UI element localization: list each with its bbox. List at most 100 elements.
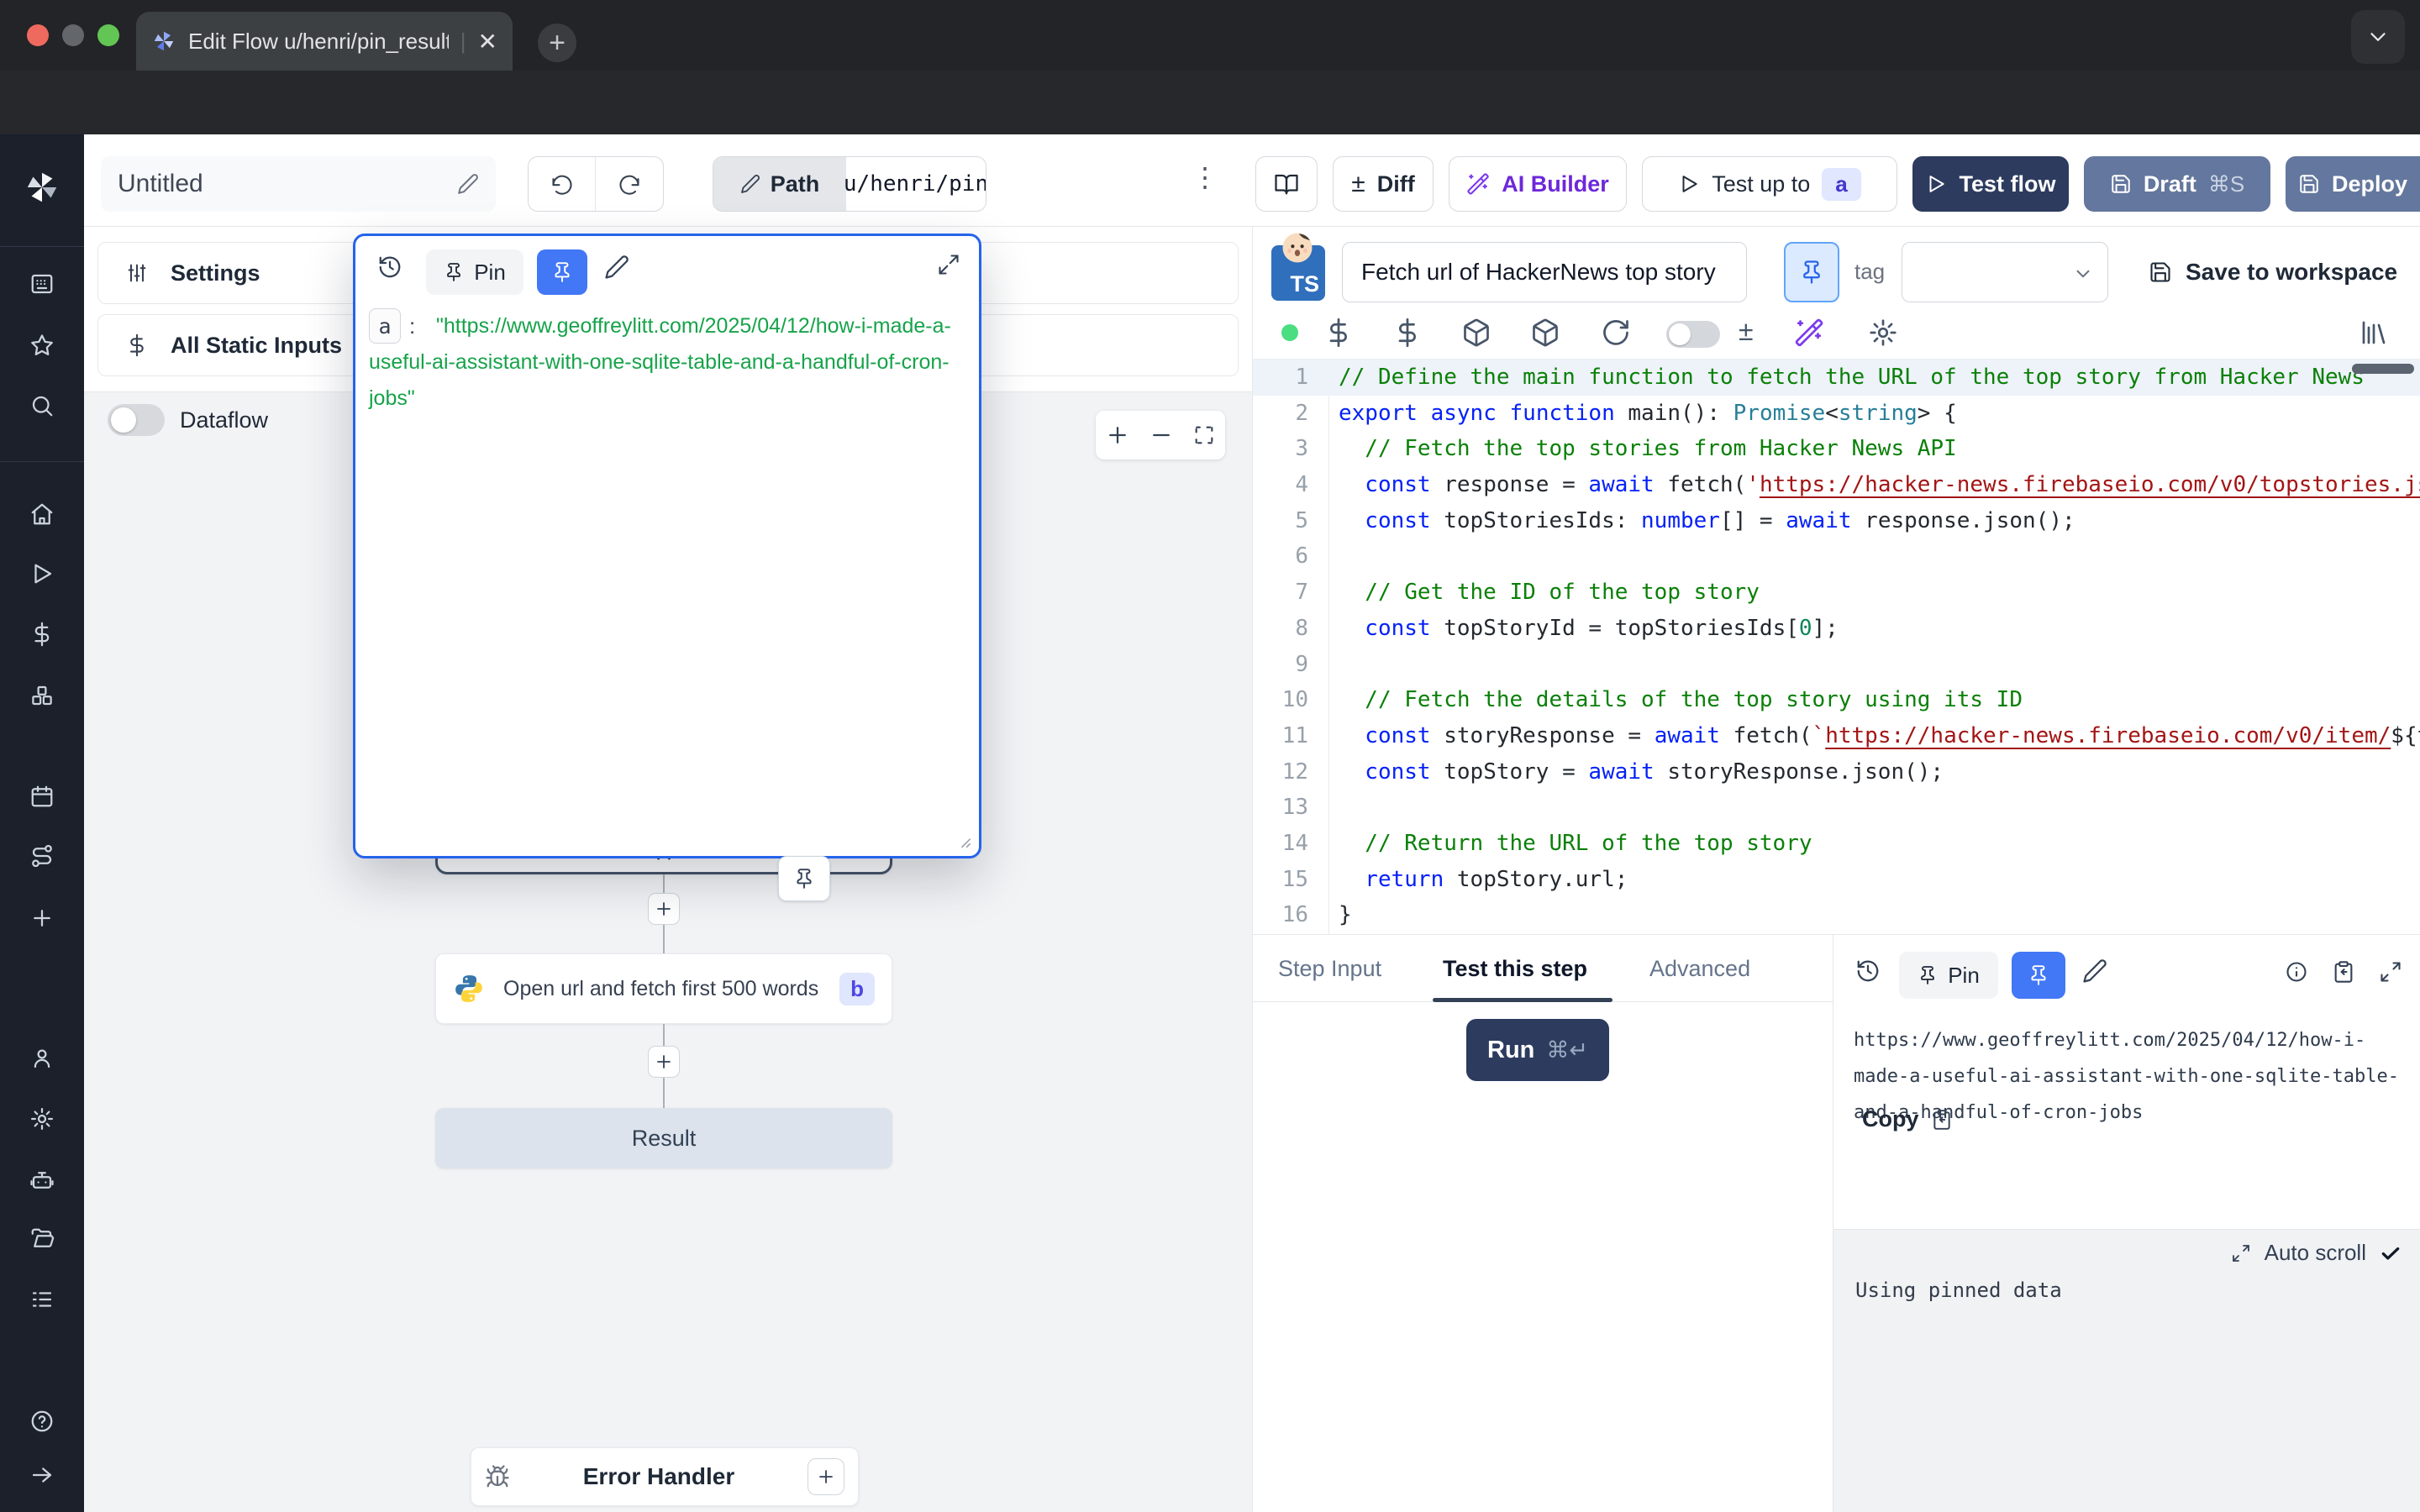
redo-button[interactable] <box>596 157 663 211</box>
code-line[interactable]: 5 const topStoriesIds: number[] = await … <box>1253 503 2420 539</box>
library-icon[interactable] <box>2359 318 2389 348</box>
code-line[interactable]: 15 return topStory.url; <box>1253 862 2420 898</box>
zoom-in-icon[interactable] <box>1105 423 1130 448</box>
resources-icon[interactable] <box>29 683 55 708</box>
ai-agents-robot-icon[interactable] <box>29 1168 55 1193</box>
diff-plusminus-icon[interactable]: ± <box>1739 316 1754 347</box>
docs-button[interactable] <box>1255 156 1318 212</box>
new-tab-button[interactable]: + <box>538 24 576 62</box>
window-minimize-button[interactable] <box>62 24 84 46</box>
expand-logs-icon[interactable] <box>2231 1243 2251 1263</box>
diff-button[interactable]: ± Diff <box>1333 156 1434 212</box>
ai-wand-icon[interactable] <box>1794 318 1824 348</box>
routes-icon[interactable] <box>29 843 55 869</box>
tab-close-icon[interactable]: ✕ <box>478 28 497 55</box>
result-node[interactable]: Result <box>435 1108 892 1168</box>
node-a-pin-badge[interactable] <box>778 856 830 901</box>
tab-step-input[interactable]: Step Input <box>1278 935 1381 1002</box>
code-line[interactable]: 6 <box>1253 538 2420 575</box>
edit-pinned-pencil-icon[interactable] <box>2082 958 2107 984</box>
runs-icon[interactable] <box>29 561 55 586</box>
step-summary-input[interactable]: Fetch url of HackerNews top story <box>1342 242 1747 302</box>
result-pin-active-button[interactable] <box>2012 952 2065 999</box>
step-pin-button[interactable] <box>1784 242 1839 302</box>
edit-name-pencil-icon[interactable] <box>457 173 479 195</box>
pin-toggle-button[interactable]: Pin <box>426 249 523 295</box>
package-icon[interactable] <box>1461 318 1491 348</box>
folders-icon[interactable] <box>29 1226 55 1252</box>
code-line[interactable]: 14 // Return the URL of the top story <box>1253 826 2420 862</box>
code-line[interactable]: 10 // Fetch the details of the top story… <box>1253 682 2420 718</box>
tag-select[interactable] <box>1902 242 2108 302</box>
insert-step-button[interactable] <box>648 893 680 925</box>
copy-button[interactable]: Copy <box>1862 1106 1953 1132</box>
add-icon[interactable] <box>29 906 55 931</box>
home-icon[interactable] <box>29 501 55 527</box>
node-b[interactable]: Open url and fetch first 500 words of ..… <box>435 953 892 1024</box>
clipboard-icon[interactable] <box>2332 960 2355 984</box>
history-icon[interactable] <box>377 255 402 280</box>
add-error-handler-button[interactable] <box>808 1458 844 1495</box>
code-line[interactable]: 11 const storyResponse = await fetch(`ht… <box>1253 718 2420 754</box>
code-line[interactable]: 7 // Get the ID of the top story <box>1253 575 2420 611</box>
code-line[interactable]: 1// Define the main function to fetch th… <box>1253 360 2420 396</box>
users-icon[interactable] <box>29 1046 55 1071</box>
more-options-kebab-icon[interactable]: ⋮ <box>1192 161 1218 193</box>
undo-button[interactable] <box>529 157 596 211</box>
tab-test-this-step[interactable]: Test this step <box>1443 935 1587 1002</box>
refresh-icon[interactable] <box>1601 318 1631 348</box>
window-zoom-button[interactable] <box>97 24 119 46</box>
resources-dollar-icon[interactable] <box>1392 318 1423 348</box>
fullscreen-expand-icon[interactable] <box>2379 960 2402 984</box>
code-editor[interactable]: 1// Define the main function to fetch th… <box>1253 360 2420 934</box>
tab-advanced[interactable]: Advanced <box>1649 935 1750 1002</box>
settings-gear-icon[interactable] <box>29 1106 55 1131</box>
flow-name-field[interactable]: Untitled <box>101 156 496 212</box>
zoom-out-icon[interactable] <box>1149 423 1174 448</box>
editor-settings-gear-icon[interactable] <box>1868 318 1898 348</box>
dataflow-toggle[interactable] <box>108 404 165 436</box>
fit-view-icon[interactable] <box>1192 423 1216 447</box>
package-icon[interactable] <box>1530 318 1560 348</box>
code-line[interactable]: 9 <box>1253 647 2420 683</box>
pin-active-button[interactable] <box>537 249 587 295</box>
variables-dollar-icon[interactable] <box>1323 318 1354 348</box>
save-to-workspace-button[interactable]: Save to workspace <box>2149 242 2397 302</box>
pinned-value-text[interactable]: "https://www.geoffreylitt.com/2025/04/12… <box>369 308 962 417</box>
code-line[interactable]: 8 const topStoryId = topStoriesIds[0]; <box>1253 611 2420 647</box>
windmill-logo[interactable] <box>23 168 61 207</box>
search-icon[interactable] <box>29 393 55 418</box>
edit-pencil-icon[interactable] <box>604 255 629 280</box>
help-icon[interactable] <box>29 1409 55 1434</box>
code-line[interactable]: 13 <box>1253 790 2420 826</box>
workspace-icon[interactable] <box>29 271 55 297</box>
tab-search-button[interactable] <box>2351 10 2405 64</box>
ai-builder-button[interactable]: AI Builder <box>1449 156 1627 212</box>
test-up-to-button[interactable]: Test up to a <box>1642 156 1897 212</box>
error-handler-node[interactable]: Error Handler <box>471 1447 859 1506</box>
window-close-button[interactable] <box>27 24 49 46</box>
resize-handle-icon[interactable] <box>954 831 972 849</box>
auto-scroll-control[interactable]: Auto scroll <box>2231 1240 2402 1266</box>
path-button[interactable]: Path u/henri/pin <box>713 156 986 212</box>
variables-icon[interactable] <box>29 622 55 647</box>
result-pin-toggle-button[interactable]: Pin <box>1899 952 1998 999</box>
expand-popup-icon[interactable] <box>937 253 960 276</box>
info-icon[interactable] <box>2285 960 2308 984</box>
history-icon[interactable] <box>1855 958 1881 984</box>
editor-toggle[interactable] <box>1666 321 1720 348</box>
favorites-star-icon[interactable] <box>29 333 55 358</box>
audit-logs-icon[interactable] <box>29 1287 55 1312</box>
code-line[interactable]: 16} <box>1253 897 2420 933</box>
editor-scrollbar[interactable] <box>2352 364 2414 374</box>
schedules-icon[interactable] <box>29 784 55 809</box>
code-line[interactable]: 3 // Fetch the top stories from Hacker N… <box>1253 431 2420 467</box>
code-line[interactable]: 4 const response = await fetch('https://… <box>1253 467 2420 503</box>
run-button[interactable]: Run ⌘↵ <box>1466 1019 1609 1081</box>
test-flow-button[interactable]: Test flow <box>1912 156 2069 212</box>
code-line[interactable]: 12 const topStory = await storyResponse.… <box>1253 754 2420 790</box>
collapse-sidebar-icon[interactable] <box>29 1462 55 1488</box>
deploy-button[interactable]: Deploy <box>2286 156 2420 212</box>
code-line[interactable]: 2export async function main(): Promise<s… <box>1253 396 2420 432</box>
browser-tab[interactable]: Edit Flow u/henri/pin_results | ✕ <box>136 12 513 71</box>
